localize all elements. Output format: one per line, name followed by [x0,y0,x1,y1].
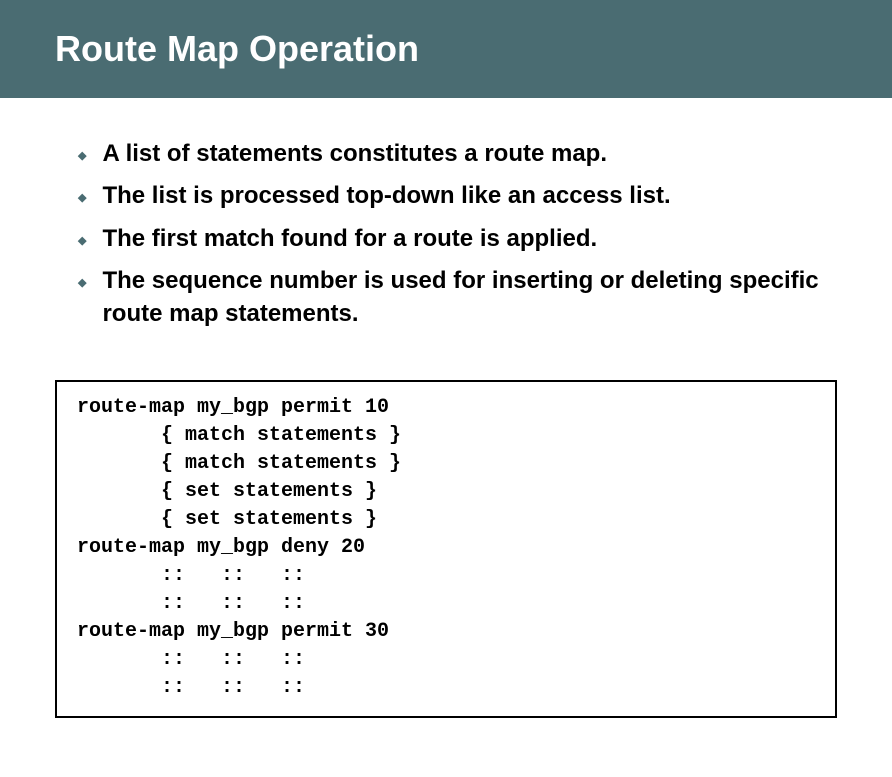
code-line: route-map my_bgp deny 20 [77,536,365,559]
bullet-marker-icon: ◆ [78,234,86,249]
bullet-item: ◆ The sequence number is used for insert… [78,265,852,330]
bullet-item: ◆ A list of statements constitutes a rou… [78,138,852,170]
slide-title: Route Map Operation [55,28,892,70]
code-block: route-map my_bgp permit 10 { match state… [55,380,837,718]
bullet-marker-icon: ◆ [78,149,86,164]
code-line: { set statements } [77,508,377,531]
content-area: ◆ A list of statements constitutes a rou… [0,98,892,360]
code-line: { set statements } [77,480,377,503]
bullet-item: ◆ The first match found for a route is a… [78,223,852,255]
code-line: route-map my_bgp permit 30 [77,620,389,643]
code-line: :: :: :: [77,648,305,671]
code-line: :: :: :: [77,676,305,699]
slide-header: Route Map Operation [0,0,892,98]
bullet-text: The sequence number is used for insertin… [102,265,852,330]
code-line: :: :: :: [77,592,305,615]
bullet-marker-icon: ◆ [78,191,86,206]
bullet-item: ◆ The list is processed top-down like an… [78,180,852,212]
code-line: route-map my_bgp permit 10 [77,396,389,419]
bullet-list: ◆ A list of statements constitutes a rou… [78,138,852,330]
code-line: { match statements } [77,424,401,447]
code-line: :: :: :: [77,564,305,587]
code-line: { match statements } [77,452,401,475]
bullet-marker-icon: ◆ [78,276,86,291]
bullet-text: The first match found for a route is app… [102,223,852,255]
bullet-text: The list is processed top-down like an a… [102,180,852,212]
bullet-text: A list of statements constitutes a route… [102,138,852,170]
